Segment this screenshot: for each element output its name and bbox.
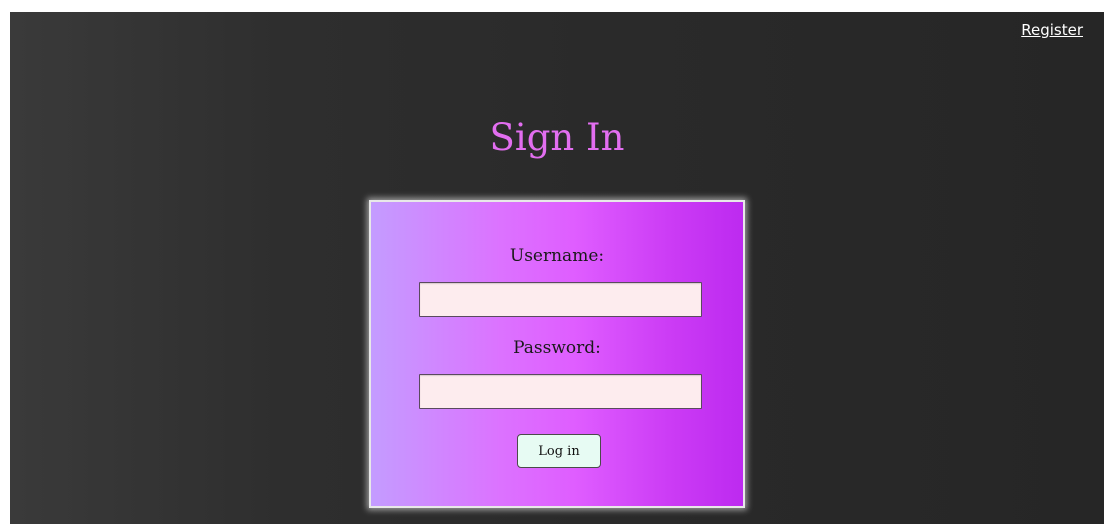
username-input[interactable] [419, 282, 702, 317]
register-link[interactable]: Register [1021, 21, 1083, 39]
page-viewport: Register Sign In Username: Password: Log… [10, 12, 1104, 524]
password-input[interactable] [419, 374, 702, 409]
username-label: Username: [509, 246, 605, 266]
login-button[interactable]: Log in [517, 434, 601, 468]
page-title: Sign In [489, 116, 625, 159]
login-form: Username: Password: Log in [369, 200, 745, 508]
password-label: Password: [513, 338, 601, 358]
